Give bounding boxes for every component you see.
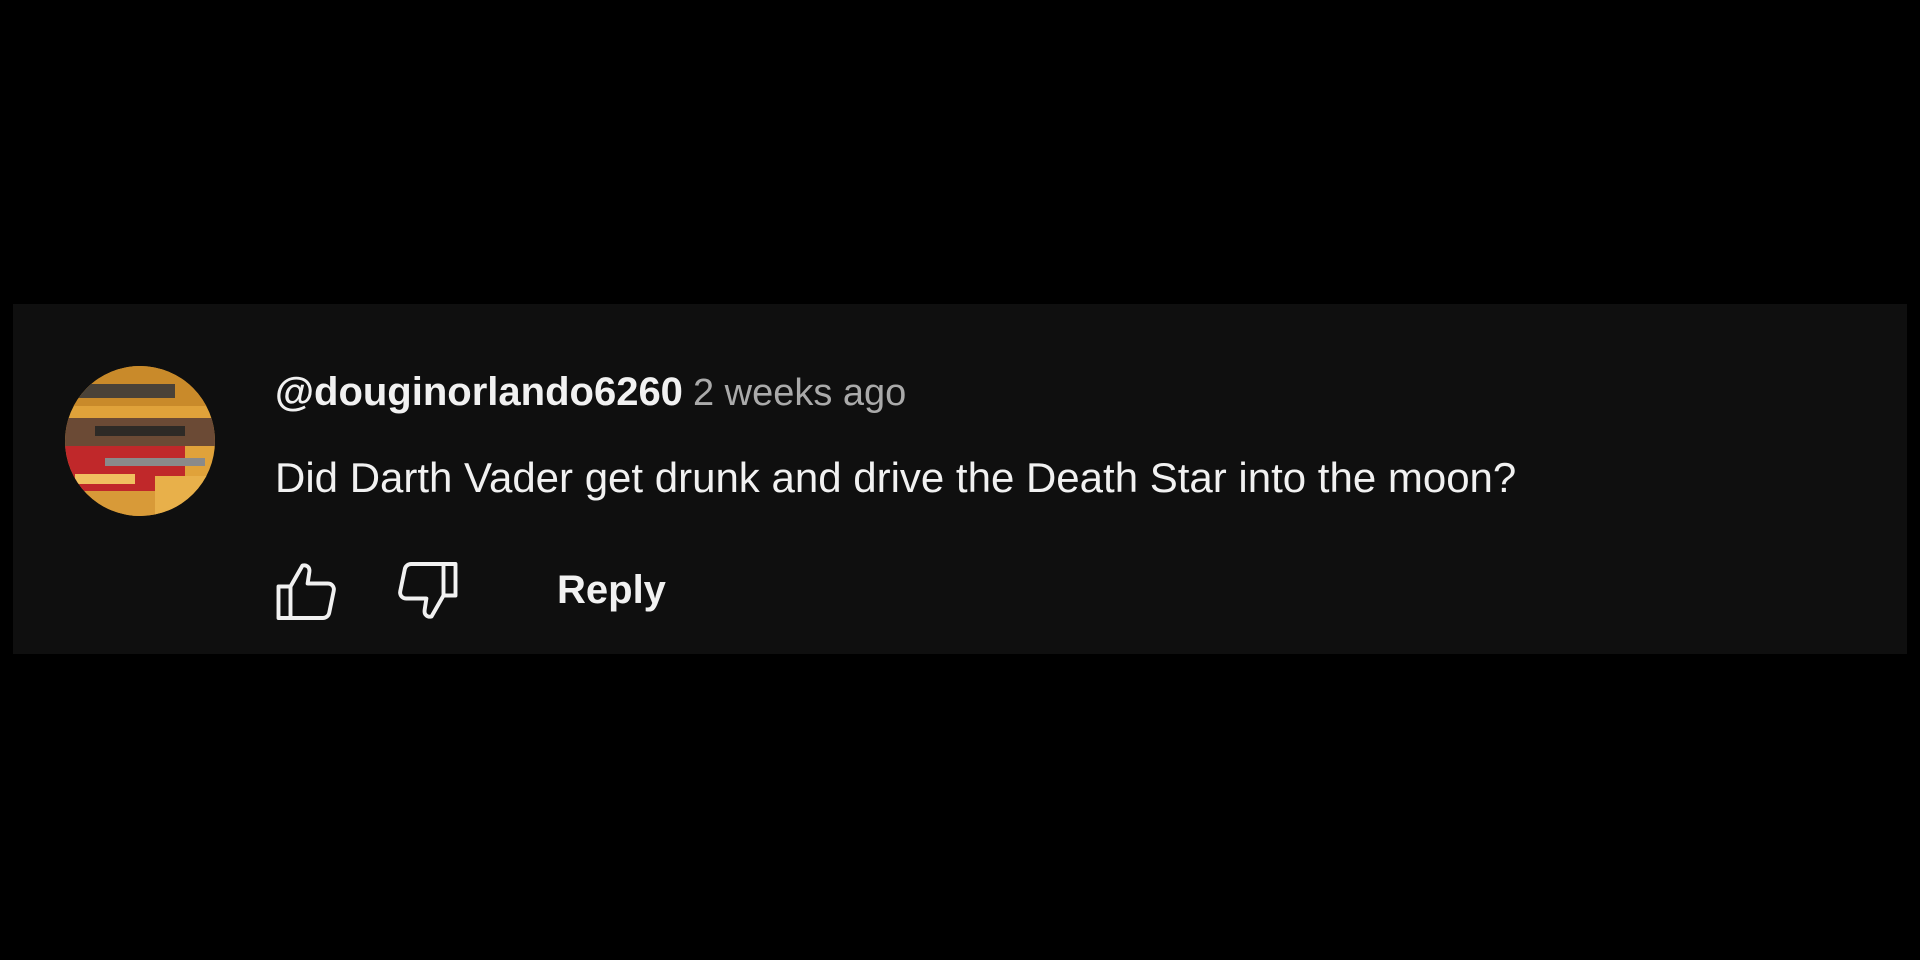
thumbs-down-icon	[398, 561, 458, 619]
like-button[interactable]	[267, 552, 347, 632]
dislike-button[interactable]	[387, 552, 467, 632]
comment-timestamp[interactable]: 2 weeks ago	[693, 372, 906, 414]
comment-meta: @douginorlando6260 2 weeks ago	[275, 370, 906, 415]
thumbs-up-icon	[276, 562, 336, 620]
page: @douginorlando6260 2 weeks ago Did Darth …	[0, 0, 1920, 960]
comment-text: Did Darth Vader get drunk and drive the …	[275, 454, 1517, 501]
reply-button[interactable]: Reply	[557, 568, 666, 613]
author-name[interactable]: @douginorlando6260	[275, 370, 683, 414]
user-avatar[interactable]	[65, 366, 215, 516]
comment-card: @douginorlando6260 2 weeks ago Did Darth …	[13, 304, 1907, 654]
